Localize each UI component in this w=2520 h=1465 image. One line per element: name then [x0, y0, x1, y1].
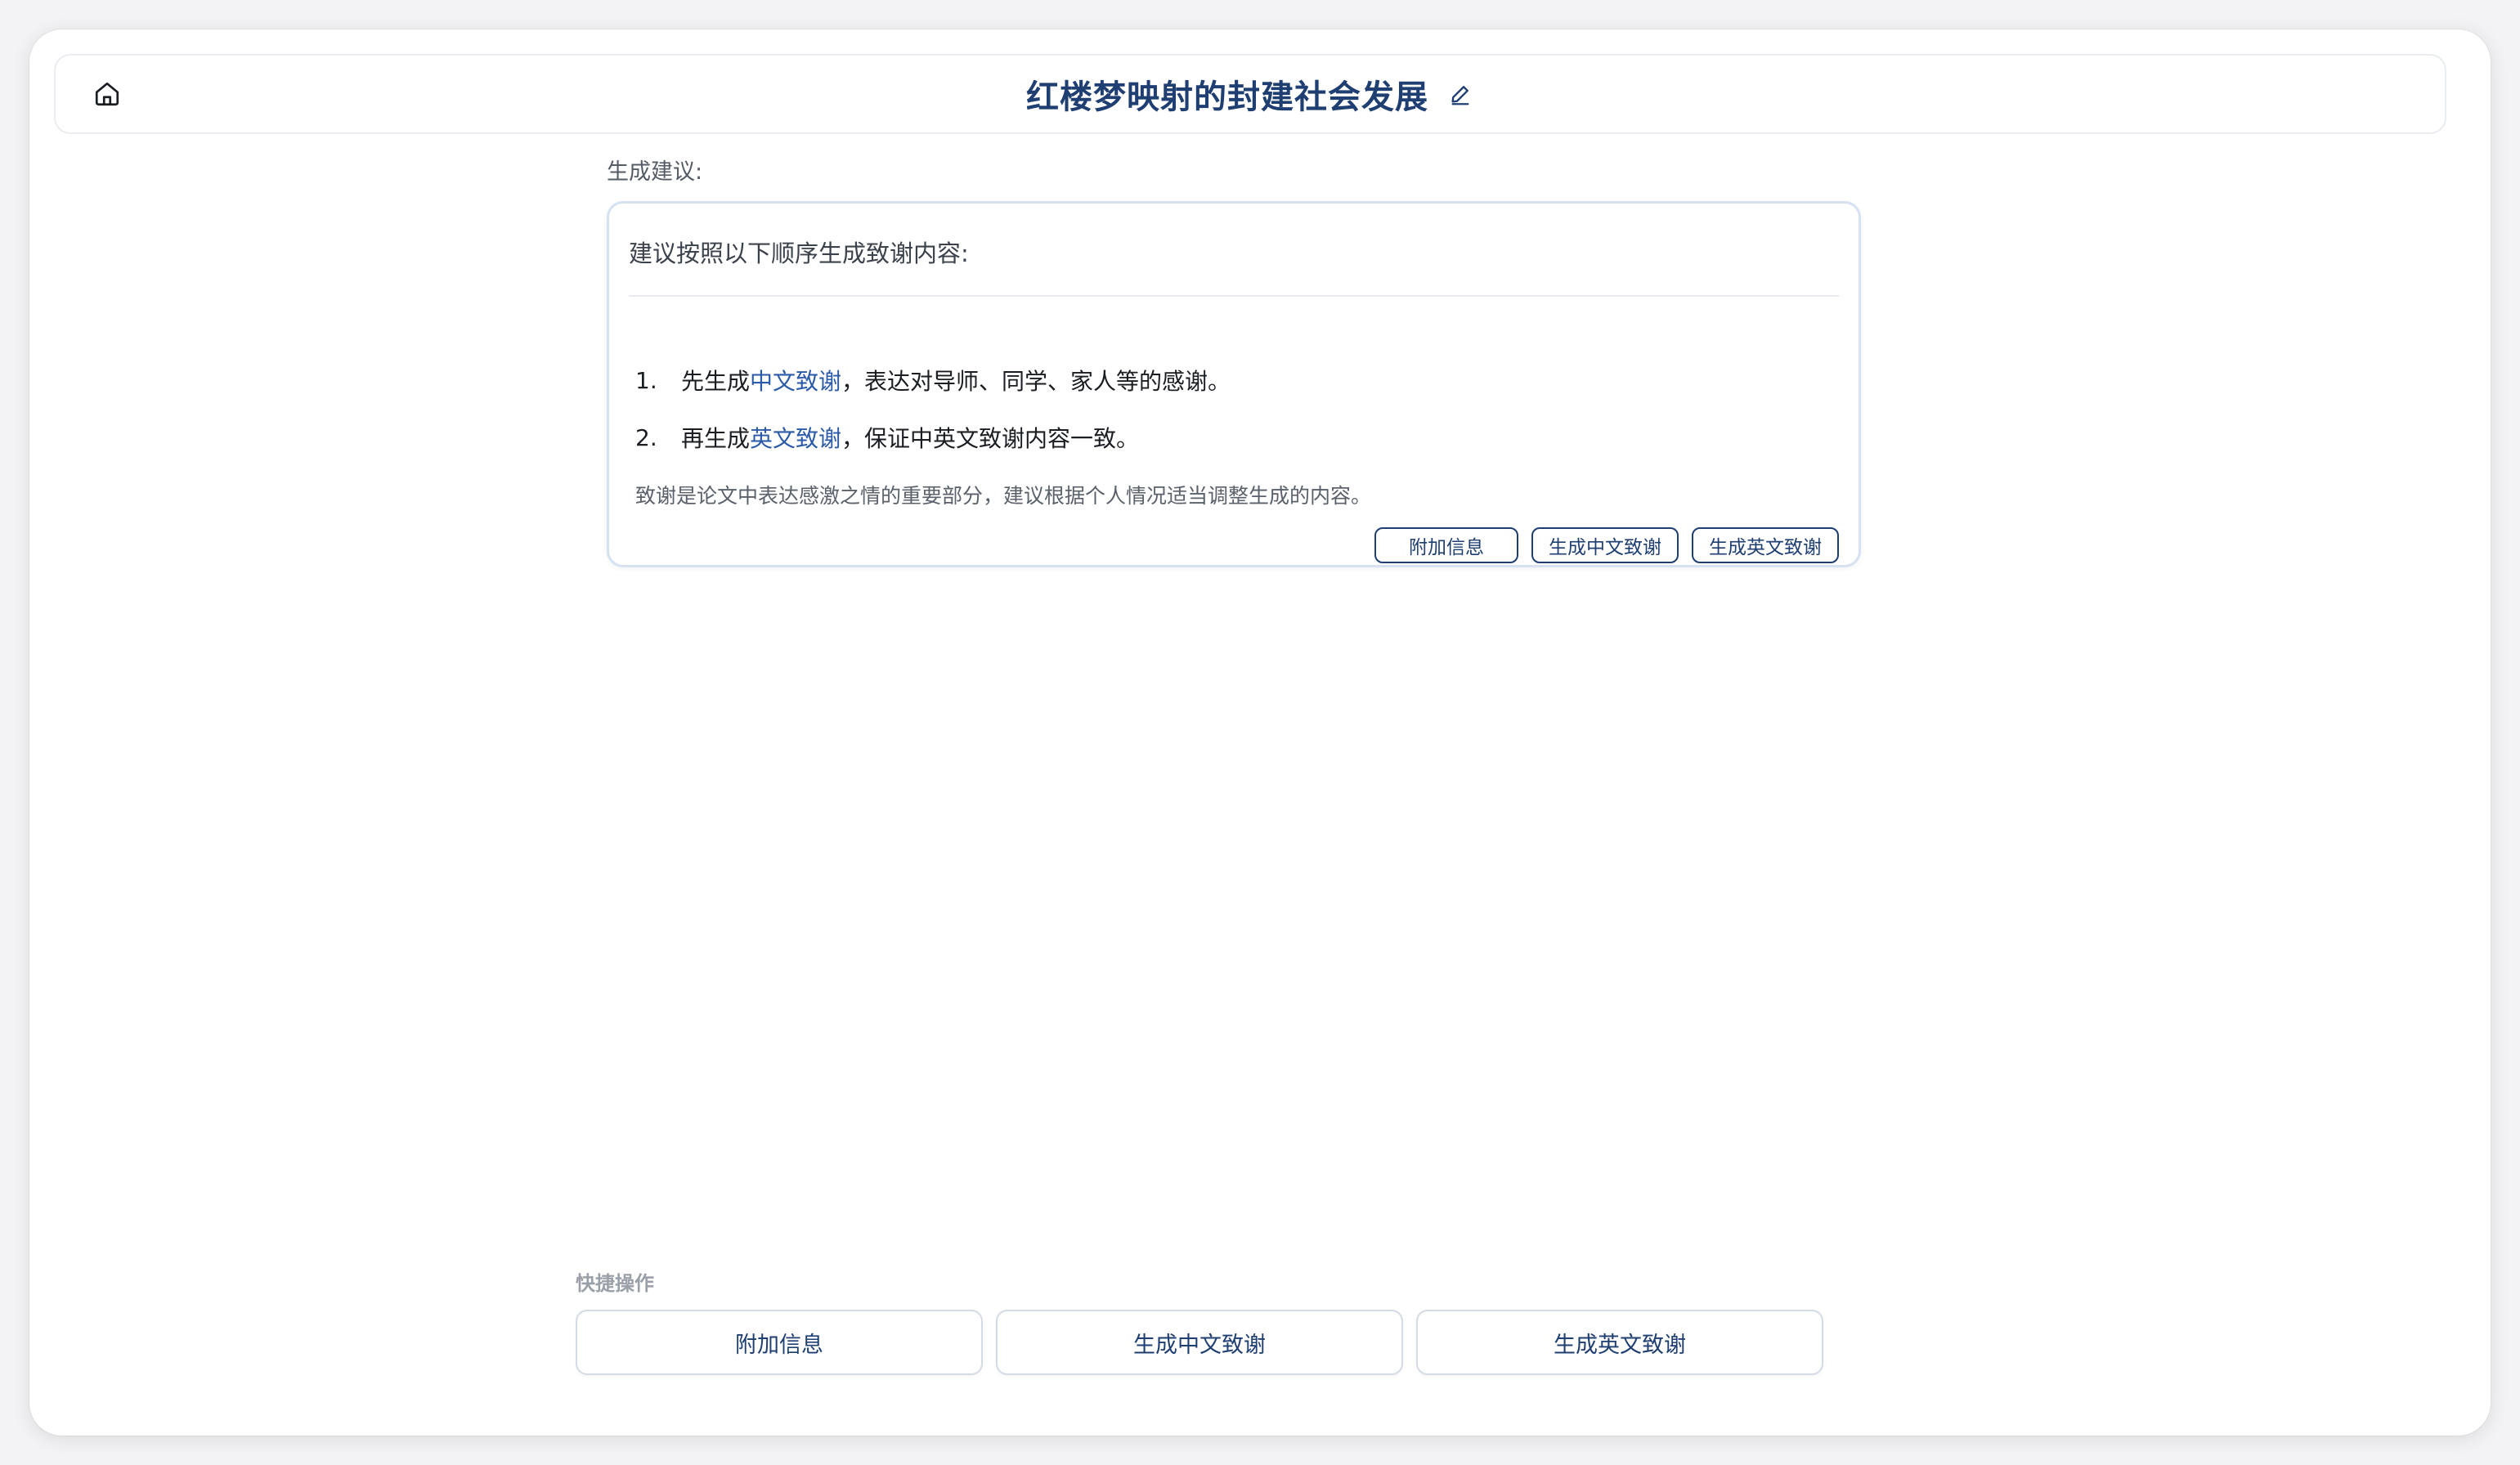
header-bar: 红楼梦映射的封建社会发展	[54, 54, 2446, 134]
quick-generate-chinese-button[interactable]: 生成中文致谢	[996, 1310, 1403, 1375]
app-window: 红楼梦映射的封建社会发展 生成建议: 建议按照以下顺序生成致谢内容: 1. 先生…	[29, 29, 2491, 1436]
step-number: 1.	[635, 366, 657, 394]
step-highlight: 中文致谢	[750, 368, 842, 395]
step-highlight: 英文致谢	[750, 425, 842, 452]
suggestion-heading: 建议按照以下顺序生成致谢内容:	[629, 240, 969, 267]
suggestion-note: 致谢是论文中表达感激之情的重要部分，建议根据个人情况适当调整生成的内容。	[635, 484, 1372, 508]
step-suffix: ，保证中英文致谢内容一致。	[841, 425, 1140, 452]
step-item-2: 2. 再生成 英文致谢 ，保证中英文致谢内容一致。	[635, 421, 1139, 454]
step-suffix: ，表达对导师、同学、家人等的感谢。	[841, 368, 1231, 395]
quick-actions-row: 附加信息 生成中文致谢 生成英文致谢	[576, 1310, 1823, 1375]
pencil-icon	[1451, 86, 1469, 105]
page-title: 红楼梦映射的封建社会发展	[1026, 78, 1428, 116]
step-prefix: 先生成	[681, 368, 751, 395]
generate-english-button[interactable]: 生成英文致谢	[1692, 527, 1839, 563]
step-number: 2.	[635, 423, 657, 451]
card-actions: 附加信息 生成中文致谢 生成英文致谢	[1374, 527, 1839, 563]
divider	[629, 295, 1839, 297]
quick-add-info-button[interactable]: 附加信息	[576, 1310, 983, 1375]
add-info-button[interactable]: 附加信息	[1374, 527, 1518, 563]
step-prefix: 再生成	[681, 425, 751, 452]
quick-actions-label: 快捷操作	[576, 1272, 654, 1295]
generate-chinese-button[interactable]: 生成中文致谢	[1531, 527, 1679, 563]
suggestion-label: 生成建议:	[607, 159, 703, 185]
quick-generate-english-button[interactable]: 生成英文致谢	[1416, 1310, 1823, 1375]
title-group: 红楼梦映射的封建社会发展	[56, 56, 2445, 132]
edit-title-button[interactable]	[1446, 80, 1474, 108]
suggestion-card: 建议按照以下顺序生成致谢内容: 1. 先生成 中文致谢 ，表达对导师、同学、家人等的…	[607, 201, 1861, 567]
step-item-1: 1. 先生成 中文致谢 ，表达对导师、同学、家人等的感谢。	[635, 364, 1231, 396]
